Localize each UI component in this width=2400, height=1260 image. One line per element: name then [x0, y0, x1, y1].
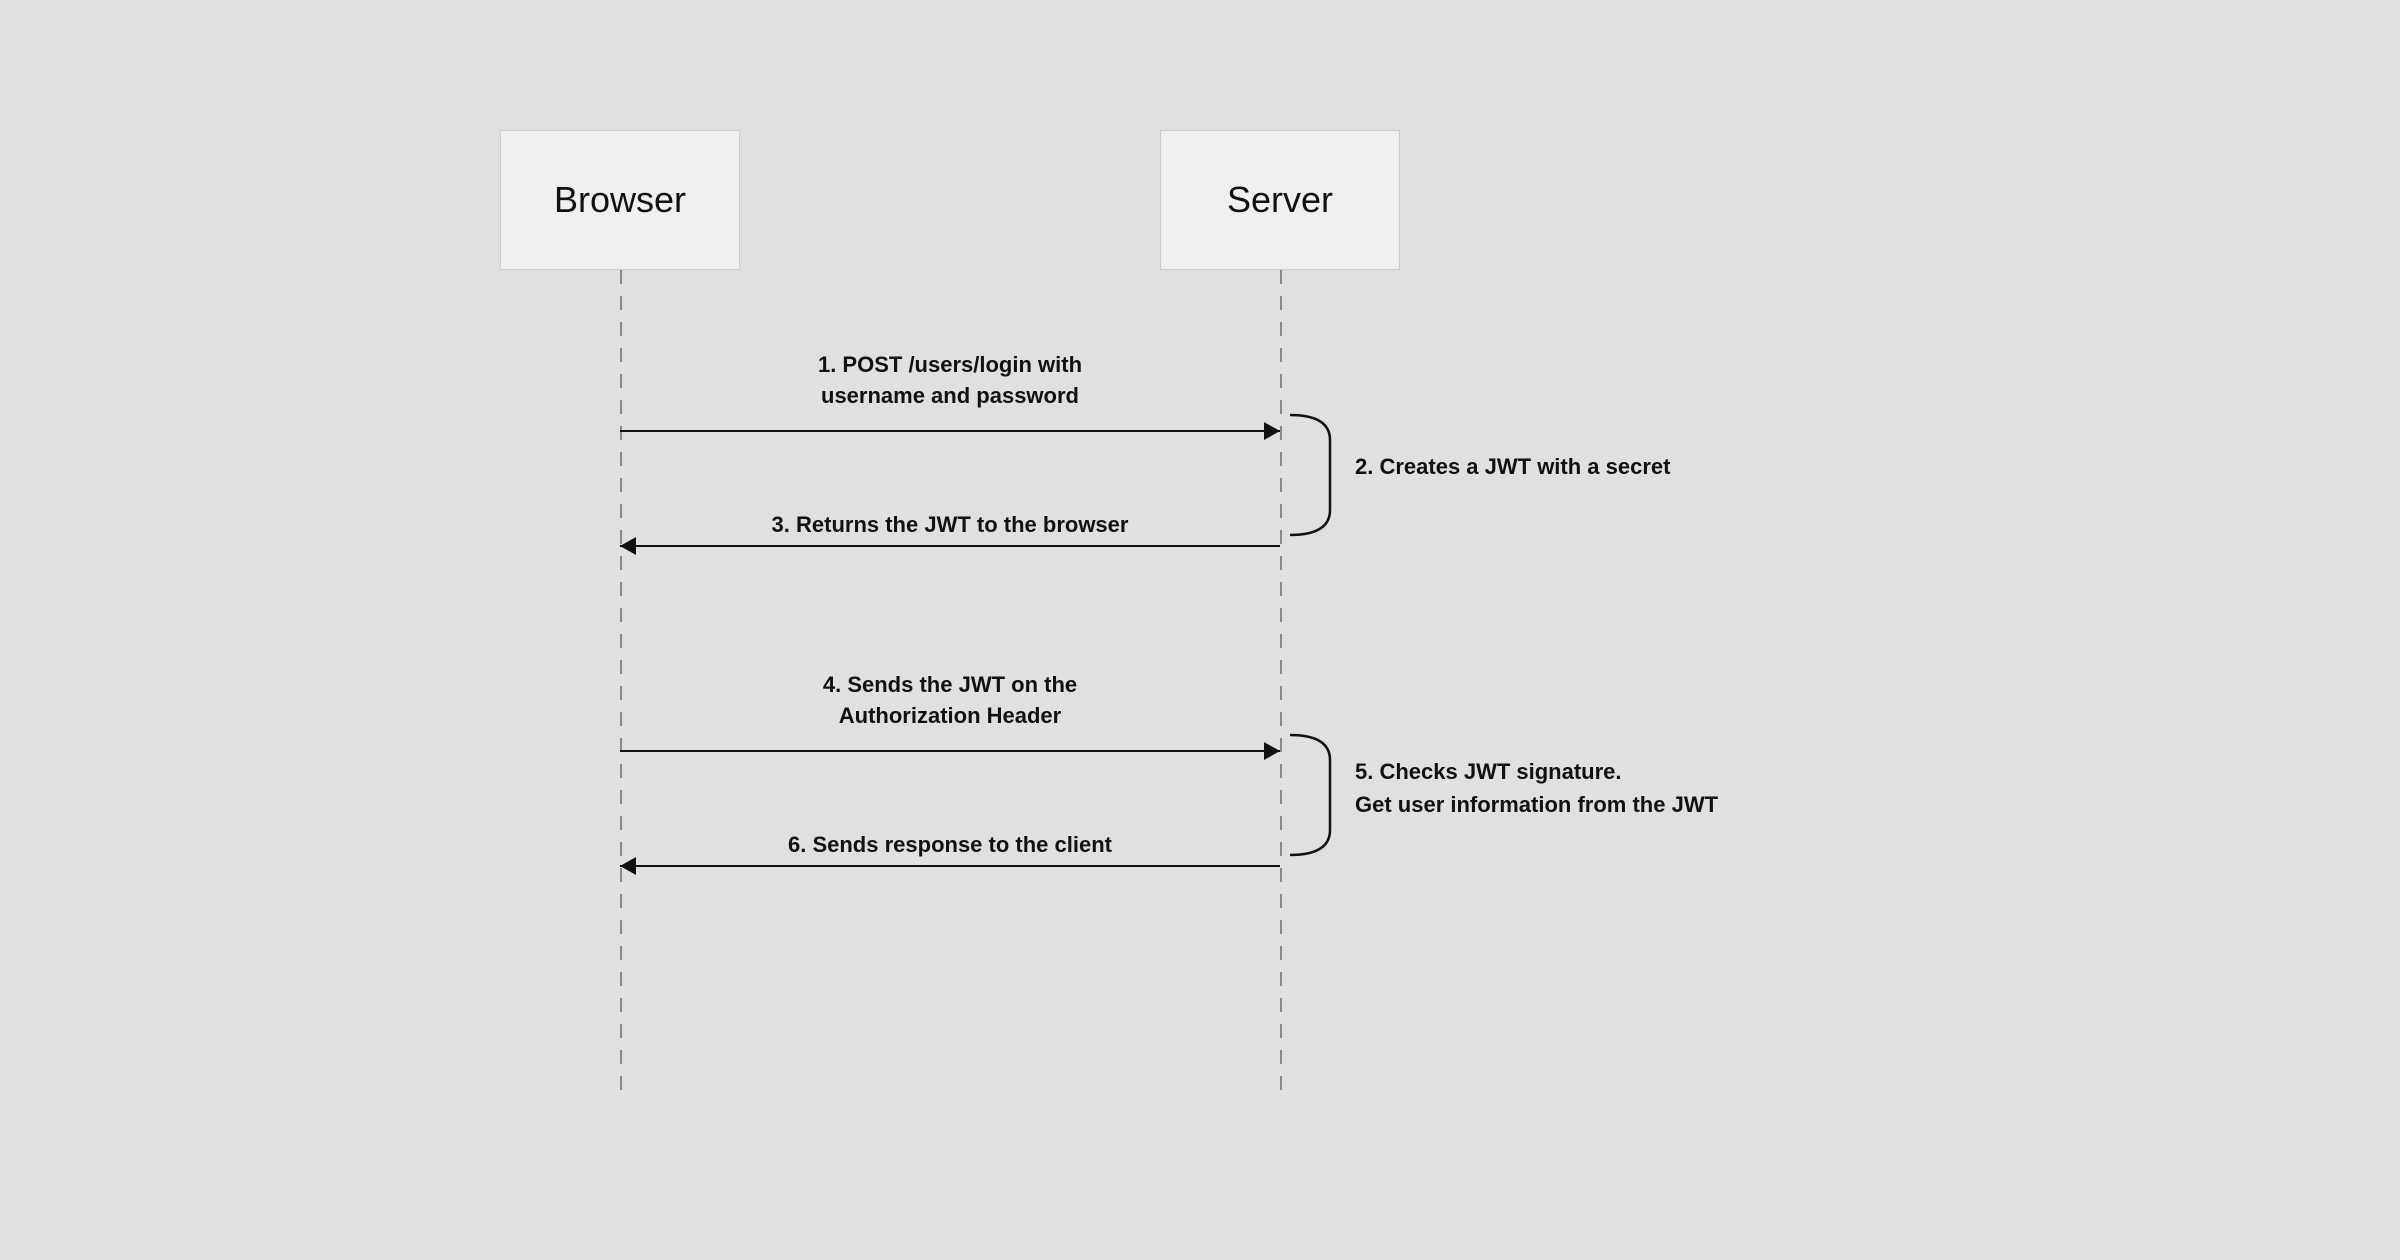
step3-arrowhead	[620, 537, 636, 555]
browser-lifeline	[620, 270, 622, 1100]
step1-arrow-line	[620, 430, 1280, 432]
step4-arrowhead	[1264, 742, 1280, 760]
browser-actor-box: Browser	[500, 130, 740, 270]
step6-arrow-line	[620, 865, 1280, 867]
step6-arrowhead	[620, 857, 636, 875]
server-actor-box: Server	[1160, 130, 1400, 270]
server-lifeline	[1280, 270, 1282, 1100]
step4-label: 4. Sends the JWT on theAuthorization Hea…	[630, 670, 1270, 732]
diagram-inner: Browser Server 1. POST /users/login with…	[500, 130, 1900, 1130]
step2-label: 2. Creates a JWT with a secret	[1355, 450, 1670, 483]
step3-label: 3. Returns the JWT to the browser	[630, 510, 1270, 541]
step2-bracket-svg	[1280, 410, 1340, 540]
diagram-container: Browser Server 1. POST /users/login with…	[0, 0, 2400, 1260]
step1-arrowhead	[1264, 422, 1280, 440]
step6-label: 6. Sends response to the client	[630, 830, 1270, 861]
server-label: Server	[1227, 179, 1333, 221]
step4-arrow-line	[620, 750, 1280, 752]
browser-label: Browser	[554, 179, 686, 221]
step5-bracket-svg	[1280, 730, 1340, 860]
step5-label: 5. Checks JWT signature.Get user informa…	[1355, 755, 1718, 821]
step1-label: 1. POST /users/login withusername and pa…	[630, 350, 1270, 412]
step3-arrow-line	[620, 545, 1280, 547]
